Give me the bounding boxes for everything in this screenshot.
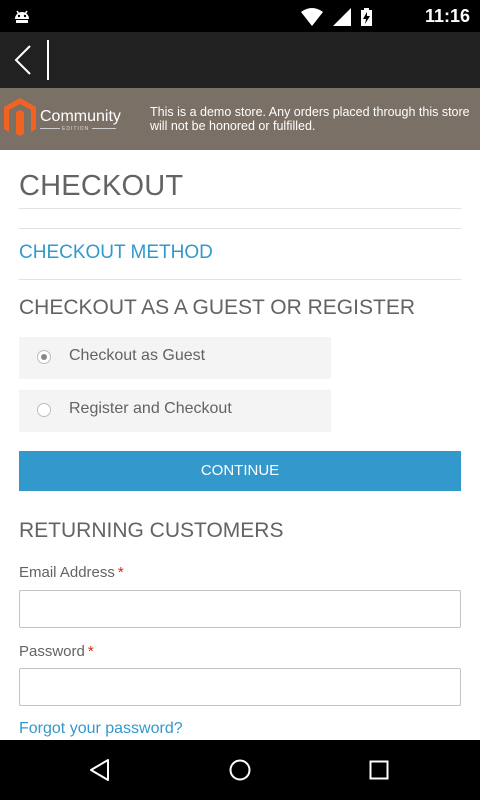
section-title-checkout-method[interactable]: CHECKOUT METHOD <box>19 242 213 264</box>
email-label-text: Email Address <box>19 564 115 581</box>
divider <box>19 279 461 280</box>
wifi-icon <box>301 8 323 26</box>
radio-label: Checkout as Guest <box>69 347 206 364</box>
radio-label: Register and Checkout <box>69 400 232 417</box>
checkout-as-guest-option[interactable]: Checkout as Guest <box>19 337 331 379</box>
logo-divider <box>40 128 60 129</box>
password-field[interactable] <box>19 668 461 706</box>
forgot-password-link[interactable]: Forgot your password? <box>19 720 183 738</box>
clock: 11:16 <box>424 6 470 26</box>
radio-register-and-checkout[interactable] <box>37 403 51 417</box>
email-label: Email Address * <box>19 564 124 581</box>
nav-back-icon[interactable] <box>88 758 112 782</box>
divider <box>19 208 461 209</box>
logo-subtext: EDITION <box>62 126 90 132</box>
returning-customers-heading: RETURNING CUSTOMERS <box>19 519 284 542</box>
password-label: Password * <box>19 643 94 660</box>
logo-divider <box>92 128 116 129</box>
continue-button[interactable]: CONTINUE <box>19 451 461 491</box>
divider <box>19 228 461 229</box>
radio-checkout-as-guest[interactable] <box>37 350 51 364</box>
back-arrow-icon[interactable] <box>10 44 38 76</box>
demo-notice-text: This is a demo store. Any orders placed … <box>150 105 470 133</box>
android-icon <box>15 10 29 23</box>
logo-text: Community <box>40 108 121 125</box>
status-bar: 11:16 <box>0 0 480 32</box>
battery-charging-icon <box>361 8 372 26</box>
required-marker: * <box>117 564 124 581</box>
nav-recent-apps-icon[interactable] <box>369 760 389 780</box>
register-and-checkout-option[interactable]: Register and Checkout <box>19 390 331 432</box>
signal-icon <box>333 8 351 26</box>
password-label-text: Password <box>19 643 85 660</box>
email-field[interactable] <box>19 590 461 628</box>
page-title: CHECKOUT <box>19 170 184 202</box>
magento-logo-icon <box>4 98 36 136</box>
system-navigation-bar <box>0 740 480 800</box>
guest-register-heading: CHECKOUT AS A GUEST OR REGISTER <box>19 296 415 319</box>
divider <box>47 40 49 80</box>
nav-home-icon[interactable] <box>228 758 252 782</box>
app-bar <box>0 32 480 88</box>
required-marker: * <box>87 643 94 660</box>
